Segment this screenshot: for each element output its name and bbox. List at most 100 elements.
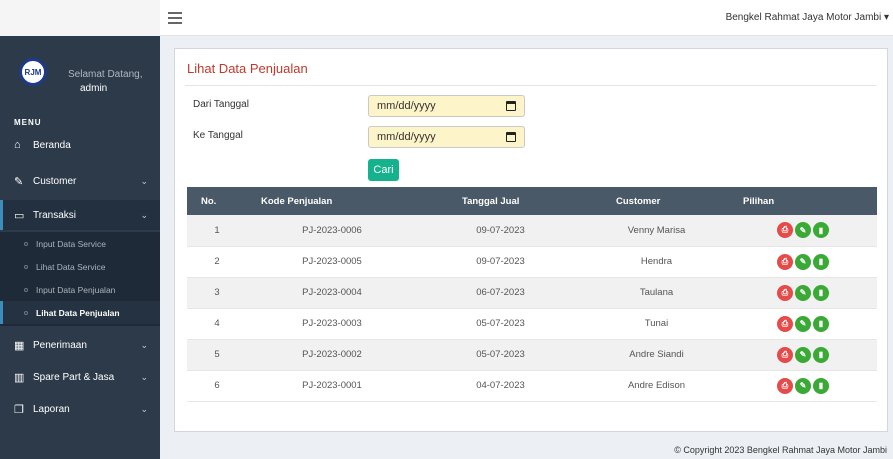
row-actions: ⎙ ✎ ▮ bbox=[729, 377, 877, 394]
submenu-lihat-data-penjualan[interactable]: Lihat Data Penjualan bbox=[0, 301, 160, 324]
print-icon[interactable]: ⎙ bbox=[777, 222, 793, 239]
cell-actions: ⎙ ✎ ▮ bbox=[729, 246, 877, 278]
to-date-input[interactable]: mm/dd/yyyy bbox=[368, 126, 525, 148]
table-row: 6 PJ-2023-0001 04-07-2023 Andre Edison ⎙ ✎ ▮ bbox=[187, 370, 877, 402]
table-row: 4 PJ-2023-0003 05-07-2023 Tunai ⎙ ✎ ▮ bbox=[187, 308, 877, 340]
cell-actions: ⎙ ✎ ▮ bbox=[729, 370, 877, 402]
cell-customer: Hendra bbox=[584, 246, 729, 278]
delete-icon[interactable]: ▮ bbox=[813, 222, 829, 239]
column-header-kode: Kode Penjualan bbox=[247, 187, 417, 215]
table-row: 1 PJ-2023-0006 09-07-2023 Venny Marisa ⎙ ✎ ▮ bbox=[187, 215, 877, 247]
row-actions: ⎙ ✎ ▮ bbox=[729, 346, 877, 363]
delete-icon[interactable]: ▮ bbox=[813, 284, 829, 301]
menu-header: MENU bbox=[14, 118, 42, 127]
calendar-icon[interactable] bbox=[506, 101, 516, 111]
cell-tanggal: 09-07-2023 bbox=[417, 215, 584, 247]
print-icon[interactable]: ⎙ bbox=[777, 377, 793, 394]
print-icon[interactable]: ⎙ bbox=[777, 315, 793, 332]
from-date-input[interactable]: mm/dd/yyyy bbox=[368, 95, 525, 117]
edit-icon[interactable]: ✎ bbox=[795, 253, 811, 270]
sidebar-item-label: Beranda bbox=[33, 139, 71, 151]
chevron-down-icon: ⌄ bbox=[140, 210, 148, 220]
submenu-label: Lihat Data Service bbox=[36, 261, 106, 272]
edit-icon[interactable]: ✎ bbox=[795, 284, 811, 301]
cell-kode: PJ-2023-0003 bbox=[247, 308, 417, 340]
cell-actions: ⎙ ✎ ▮ bbox=[729, 215, 877, 247]
user-name: admin bbox=[80, 83, 108, 94]
print-icon[interactable]: ⎙ bbox=[777, 284, 793, 301]
sidebar-item-customer[interactable]: ✎ Customer ⌄ bbox=[0, 166, 160, 196]
table-row: 2 PJ-2023-0005 09-07-2023 Hendra ⎙ ✎ ▮ bbox=[187, 246, 877, 278]
copy-icon: ❐ bbox=[14, 403, 24, 416]
chevron-down-icon: ⌄ bbox=[140, 372, 148, 382]
welcome-text: Selamat Datang, bbox=[68, 69, 143, 80]
cell-kode: PJ-2023-0001 bbox=[247, 370, 417, 402]
sidebar-item-beranda[interactable]: ⌂ Beranda bbox=[0, 130, 160, 160]
submenu-input-data-penjualan[interactable]: Input Data Penjualan bbox=[0, 278, 160, 301]
sidebar-item-transaksi[interactable]: ▭ Transaksi ⌄ bbox=[0, 200, 160, 230]
cell-customer: Venny Marisa bbox=[584, 215, 729, 247]
sidebar-item-label: Laporan bbox=[33, 403, 70, 415]
column-header-tanggal: Tanggal Jual bbox=[417, 187, 584, 215]
sidebar-item-laporan[interactable]: ❐ Laporan ⌄ bbox=[0, 394, 160, 424]
cell-actions: ⎙ ✎ ▮ bbox=[729, 277, 877, 309]
avatar: RJM bbox=[19, 58, 47, 86]
home-icon: ⌂ bbox=[14, 139, 21, 151]
cell-customer: Andre Edison bbox=[584, 370, 729, 402]
cell-tanggal: 09-07-2023 bbox=[417, 246, 584, 278]
delete-icon[interactable]: ▮ bbox=[813, 346, 829, 363]
circle-icon bbox=[24, 241, 28, 246]
cell-kode: PJ-2023-0004 bbox=[247, 277, 417, 309]
table-icon: ▦ bbox=[14, 339, 25, 352]
circle-icon bbox=[24, 310, 28, 315]
date-placeholder: mm/dd/yyyy bbox=[377, 100, 436, 112]
edit-icon[interactable]: ✎ bbox=[795, 346, 811, 363]
search-button[interactable]: Cari bbox=[368, 159, 399, 181]
user-menu[interactable]: Bengkel Rahmat Jaya Motor Jambi ▾ bbox=[726, 12, 889, 23]
divider bbox=[185, 85, 877, 86]
submenu-input-data-service[interactable]: Input Data Service bbox=[0, 232, 160, 255]
calendar-icon[interactable] bbox=[506, 132, 516, 142]
cell-tanggal: 05-07-2023 bbox=[417, 308, 584, 340]
submenu-lihat-data-service[interactable]: Lihat Data Service bbox=[0, 255, 160, 278]
table-header-row: No. Kode Penjualan Tanggal Jual Customer… bbox=[187, 187, 877, 215]
sidebar-item-penerimaan[interactable]: ▦ Penerimaan ⌄ bbox=[0, 330, 160, 360]
sales-table: No. Kode Penjualan Tanggal Jual Customer… bbox=[187, 187, 877, 402]
sidebar: RJM Selamat Datang, admin MENU ⌂ Beranda… bbox=[0, 36, 160, 459]
bar-chart-icon: ▥ bbox=[14, 371, 25, 384]
sidebar-item-spare-part[interactable]: ▥ Spare Part & Jasa ⌄ bbox=[0, 362, 160, 392]
chevron-down-icon: ⌄ bbox=[140, 340, 148, 350]
row-actions: ⎙ ✎ ▮ bbox=[729, 222, 877, 239]
print-icon[interactable]: ⎙ bbox=[777, 346, 793, 363]
to-date-label: Ke Tanggal bbox=[193, 130, 243, 141]
edit-icon[interactable]: ✎ bbox=[795, 222, 811, 239]
sidebar-item-label: Customer bbox=[33, 175, 77, 187]
edit-icon[interactable]: ✎ bbox=[795, 377, 811, 394]
from-date-label: Dari Tanggal bbox=[193, 99, 249, 110]
date-placeholder: mm/dd/yyyy bbox=[377, 131, 436, 143]
table-row: 3 PJ-2023-0004 06-07-2023 Taulana ⎙ ✎ ▮ bbox=[187, 277, 877, 309]
chevron-down-icon: ⌄ bbox=[140, 176, 148, 186]
edit-icon[interactable]: ✎ bbox=[795, 315, 811, 332]
menu-toggle-icon[interactable] bbox=[168, 12, 182, 24]
table-row: 5 PJ-2023-0002 05-07-2023 Andre Siandi ⎙ ✎ ▮ bbox=[187, 339, 877, 371]
user-menu-label: Bengkel Rahmat Jaya Motor Jambi bbox=[725, 12, 882, 23]
delete-icon[interactable]: ▮ bbox=[813, 377, 829, 394]
sidebar-item-label: Spare Part & Jasa bbox=[33, 371, 115, 383]
top-navbar: Bengkel Rahmat Jaya Motor Jambi ▾ bbox=[0, 0, 893, 36]
cell-tanggal: 06-07-2023 bbox=[417, 277, 584, 309]
print-icon[interactable]: ⎙ bbox=[777, 253, 793, 270]
delete-icon[interactable]: ▮ bbox=[813, 253, 829, 270]
cell-kode: PJ-2023-0006 bbox=[247, 215, 417, 247]
delete-icon[interactable]: ▮ bbox=[813, 315, 829, 332]
cell-no: 3 bbox=[187, 277, 247, 309]
row-actions: ⎙ ✎ ▮ bbox=[729, 284, 877, 301]
sidebar-item-label: Penerimaan bbox=[33, 339, 87, 351]
cell-customer: Andre Siandi bbox=[584, 339, 729, 371]
cell-no: 4 bbox=[187, 308, 247, 340]
row-actions: ⎙ ✎ ▮ bbox=[729, 315, 877, 332]
column-header-customer: Customer bbox=[584, 187, 729, 215]
cell-tanggal: 05-07-2023 bbox=[417, 339, 584, 371]
cell-no: 1 bbox=[187, 215, 247, 247]
cell-actions: ⎙ ✎ ▮ bbox=[729, 339, 877, 371]
